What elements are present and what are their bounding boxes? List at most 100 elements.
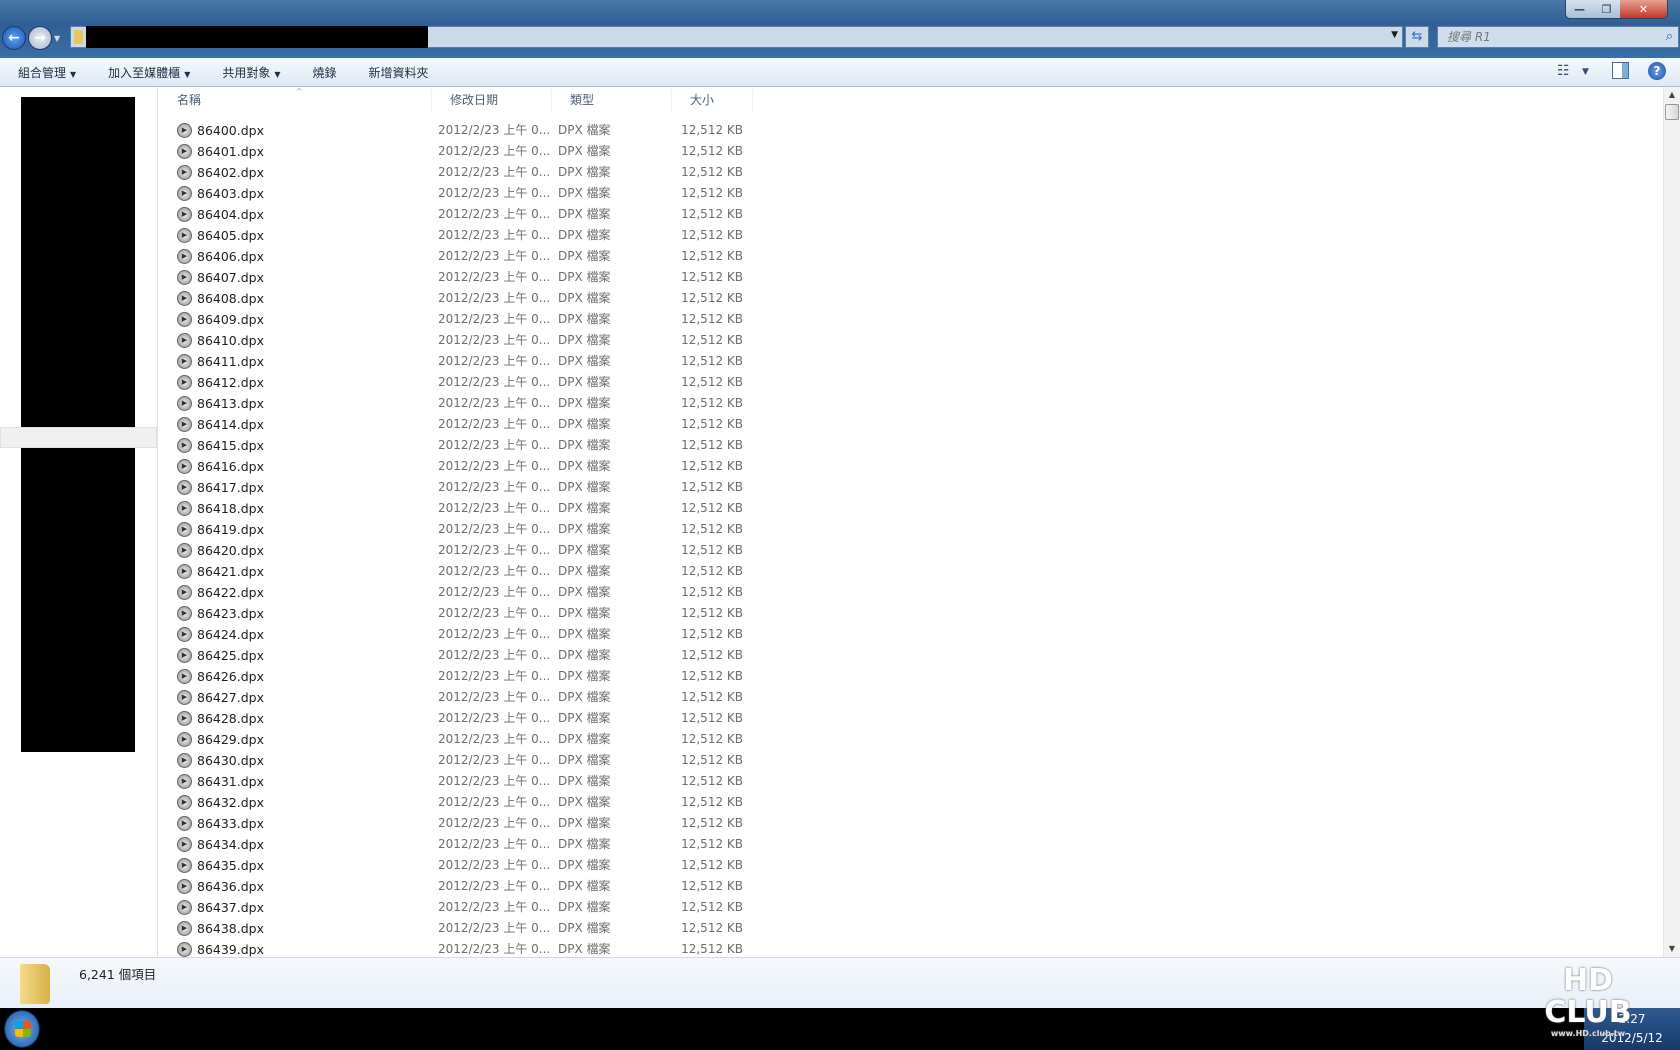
help-icon[interactable]: ? [1648,62,1666,80]
media-file-icon: ▶ [177,732,192,747]
column-header-size[interactable]: 大小 [672,87,753,113]
view-options-icon[interactable]: ☷ [1557,63,1570,79]
file-row[interactable]: ▶ 86431.dpx 2012/2/23 上午 0... DPX 檔案 12,512 … [173,771,753,792]
file-row[interactable]: ▶ 86414.dpx 2012/2/23 上午 0... DPX 檔案 12,512 … [173,414,753,435]
file-row[interactable]: ▶ 86418.dpx 2012/2/23 上午 0... DPX 檔案 12,512 … [173,498,753,519]
file-row[interactable]: ▶ 86438.dpx 2012/2/23 上午 0... DPX 檔案 12,512 … [173,918,753,939]
file-row[interactable]: ▶ 86403.dpx 2012/2/23 上午 0... DPX 檔案 12,512 … [173,183,753,204]
file-row[interactable]: ▶ 86409.dpx 2012/2/23 上午 0... DPX 檔案 12,512 … [173,309,753,330]
media-file-icon: ▶ [177,858,192,873]
file-row[interactable]: ▶ 86416.dpx 2012/2/23 上午 0... DPX 檔案 12,512 … [173,456,753,477]
close-button[interactable]: ✕ [1620,0,1667,18]
file-row[interactable]: ▶ 86428.dpx 2012/2/23 上午 0... DPX 檔案 12,512 … [173,708,753,729]
media-file-icon: ▶ [177,669,192,684]
column-header-type[interactable]: 類型 [552,87,672,113]
file-row[interactable]: ▶ 86420.dpx 2012/2/23 上午 0... DPX 檔案 12,512 … [173,540,753,561]
file-row[interactable]: ▶ 86437.dpx 2012/2/23 上午 0... DPX 檔案 12,512 … [173,897,753,918]
file-name: 86409.dpx [197,312,265,327]
file-row[interactable]: ▶ 86411.dpx 2012/2/23 上午 0... DPX 檔案 12,512 … [173,351,753,372]
file-size: 12,512 KB [681,711,743,725]
file-row[interactable]: ▶ 86415.dpx 2012/2/23 上午 0... DPX 檔案 12,512 … [173,435,753,456]
file-row[interactable]: ▶ 86422.dpx 2012/2/23 上午 0... DPX 檔案 12,512 … [173,582,753,603]
media-file-icon: ▶ [177,711,192,726]
search-input[interactable]: 搜尋 R1 ⌕ [1437,26,1679,48]
media-file-icon: ▶ [177,921,192,936]
file-name: 86400.dpx [197,123,265,138]
file-name: 86439.dpx [197,942,265,957]
scroll-up-arrow[interactable]: ▲ [1664,87,1680,103]
folder-icon [20,964,50,1004]
column-header-name[interactable]: 名稱 ^ [159,87,432,113]
scroll-down-arrow[interactable]: ▼ [1664,941,1680,957]
file-type: DPX 檔案 [558,165,611,179]
file-row[interactable]: ▶ 86429.dpx 2012/2/23 上午 0... DPX 檔案 12,512 … [173,729,753,750]
column-header-modified[interactable]: 修改日期 [432,87,552,113]
file-modified: 2012/2/23 上午 0... [438,270,551,284]
file-row[interactable]: ▶ 86432.dpx 2012/2/23 上午 0... DPX 檔案 12,512 … [173,792,753,813]
file-row[interactable]: ▶ 86436.dpx 2012/2/23 上午 0... DPX 檔案 12,512 … [173,876,753,897]
preview-pane-icon[interactable] [1612,62,1629,79]
file-row[interactable]: ▶ 86410.dpx 2012/2/23 上午 0... DPX 檔案 12,512 … [173,330,753,351]
file-row[interactable]: ▶ 86401.dpx 2012/2/23 上午 0... DPX 檔案 12,512 … [173,141,753,162]
file-row[interactable]: ▶ 86412.dpx 2012/2/23 上午 0... DPX 檔案 12,512 … [173,372,753,393]
file-row[interactable]: ▶ 86419.dpx 2012/2/23 上午 0... DPX 檔案 12,512 … [173,519,753,540]
media-file-icon: ▶ [177,333,192,348]
file-row[interactable]: ▶ 86424.dpx 2012/2/23 上午 0... DPX 檔案 12,512 … [173,624,753,645]
scroll-thumb[interactable] [1665,104,1679,120]
file-name: 86423.dpx [197,606,265,621]
file-row[interactable]: ▶ 86413.dpx 2012/2/23 上午 0... DPX 檔案 12,512 … [173,393,753,414]
address-bar[interactable]: ▼ [70,26,1403,48]
back-button[interactable]: ← [2,26,26,50]
file-row[interactable]: ▶ 86407.dpx 2012/2/23 上午 0... DPX 檔案 12,512 … [173,267,753,288]
vertical-scrollbar[interactable]: ▲ ▼ [1663,87,1680,957]
view-dropdown-icon[interactable]: ▼ [1582,67,1589,77]
navigation-pane[interactable] [0,87,158,957]
chevron-down-icon: ▼ [184,69,191,79]
file-row[interactable]: ▶ 86423.dpx 2012/2/23 上午 0... DPX 檔案 12,512 … [173,603,753,624]
pane-splitter[interactable] [0,427,157,448]
file-row[interactable]: ▶ 86439.dpx 2012/2/23 上午 0... DPX 檔案 12,512 … [173,939,753,957]
file-type: DPX 檔案 [558,732,611,746]
toolbar-organize[interactable]: 組合管理 ▼ [18,64,76,81]
file-row[interactable]: ▶ 86400.dpx 2012/2/23 上午 0... DPX 檔案 12,512 … [173,120,753,141]
file-type: DPX 檔案 [558,333,611,347]
toolbar-burn[interactable]: 燒錄 [313,64,337,81]
file-row[interactable]: ▶ 86402.dpx 2012/2/23 上午 0... DPX 檔案 12,512 … [173,162,753,183]
file-row[interactable]: ▶ 86404.dpx 2012/2/23 上午 0... DPX 檔案 12,512 … [173,204,753,225]
media-file-icon: ▶ [177,459,192,474]
start-button[interactable] [4,1010,40,1048]
file-type: DPX 檔案 [558,837,611,851]
file-type: DPX 檔案 [558,438,611,452]
refresh-button[interactable]: ⇆ [1405,26,1429,48]
file-row[interactable]: ▶ 86417.dpx 2012/2/23 上午 0... DPX 檔案 12,512 … [173,477,753,498]
file-row[interactable]: ▶ 86434.dpx 2012/2/23 上午 0... DPX 檔案 12,512 … [173,834,753,855]
chevron-down-icon[interactable]: ▼ [1391,30,1398,40]
file-row[interactable]: ▶ 86435.dpx 2012/2/23 上午 0... DPX 檔案 12,512 … [173,855,753,876]
toolbar-share-with[interactable]: 共用對象 ▼ [222,64,280,81]
file-row[interactable]: ▶ 86406.dpx 2012/2/23 上午 0... DPX 檔案 12,512 … [173,246,753,267]
file-row[interactable]: ▶ 86433.dpx 2012/2/23 上午 0... DPX 檔案 12,512 … [173,813,753,834]
maximize-button[interactable]: ❐ [1593,0,1620,18]
file-name: 86416.dpx [197,459,265,474]
minimize-button[interactable]: — [1566,0,1593,18]
label: 共用對象 [222,65,271,80]
file-row[interactable]: ▶ 86430.dpx 2012/2/23 上午 0... DPX 檔案 12,512 … [173,750,753,771]
file-row[interactable]: ▶ 86426.dpx 2012/2/23 上午 0... DPX 檔案 12,512 … [173,666,753,687]
file-row[interactable]: ▶ 86405.dpx 2012/2/23 上午 0... DPX 檔案 12,512 … [173,225,753,246]
file-row[interactable]: ▶ 86425.dpx 2012/2/23 上午 0... DPX 檔案 12,512 … [173,645,753,666]
file-row[interactable]: ▶ 86427.dpx 2012/2/23 上午 0... DPX 檔案 12,512 … [173,687,753,708]
file-modified: 2012/2/23 上午 0... [438,564,551,578]
file-row[interactable]: ▶ 86421.dpx 2012/2/23 上午 0... DPX 檔案 12,512 … [173,561,753,582]
toolbar-new-folder[interactable]: 新增資料夾 [369,64,429,81]
file-modified: 2012/2/23 上午 0... [438,249,551,263]
file-modified: 2012/2/23 上午 0... [438,291,551,305]
media-file-icon: ▶ [177,207,192,222]
search-icon[interactable]: ⌕ [1666,27,1673,47]
toolbar-add-to-library[interactable]: 加入至媒體櫃 ▼ [108,64,190,81]
file-name: 86427.dpx [197,690,265,705]
recent-pages-dropdown[interactable]: ▼ [54,34,60,43]
forward-button[interactable]: → [28,26,52,50]
file-modified: 2012/2/23 上午 0... [438,690,551,704]
file-row[interactable]: ▶ 86408.dpx 2012/2/23 上午 0... DPX 檔案 12,512 … [173,288,753,309]
media-file-icon: ▶ [177,228,192,243]
